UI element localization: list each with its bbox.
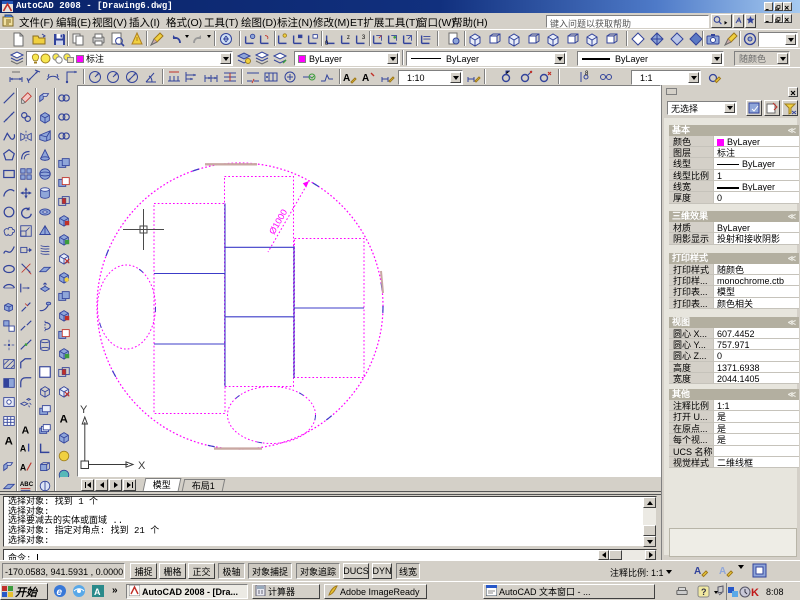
svg-text:Ø1000: Ø1000	[267, 208, 289, 236]
svg-text:e: e	[57, 587, 63, 598]
svg-text:A: A	[59, 413, 67, 425]
svg-text:8: 8	[585, 71, 589, 77]
svg-text:Y: Y	[80, 404, 88, 416]
svg-text:A: A	[362, 73, 369, 84]
svg-text:ABC: ABC	[19, 481, 32, 488]
svg-text:A: A	[343, 73, 350, 84]
svg-text:A: A	[21, 424, 29, 436]
svg-text:X: X	[138, 460, 146, 472]
svg-text:A: A	[719, 566, 726, 577]
svg-text:3: 3	[362, 34, 366, 41]
svg-text:A: A	[94, 587, 101, 597]
svg-text:A: A	[694, 566, 701, 577]
svg-text:0: 0	[325, 40, 329, 47]
svg-text:A: A	[19, 443, 26, 453]
svg-text:?: ?	[701, 587, 707, 597]
svg-text:A: A	[4, 435, 12, 447]
svg-text:A: A	[19, 462, 26, 472]
svg-text:z: z	[347, 34, 350, 41]
svg-text:K: K	[751, 587, 759, 598]
